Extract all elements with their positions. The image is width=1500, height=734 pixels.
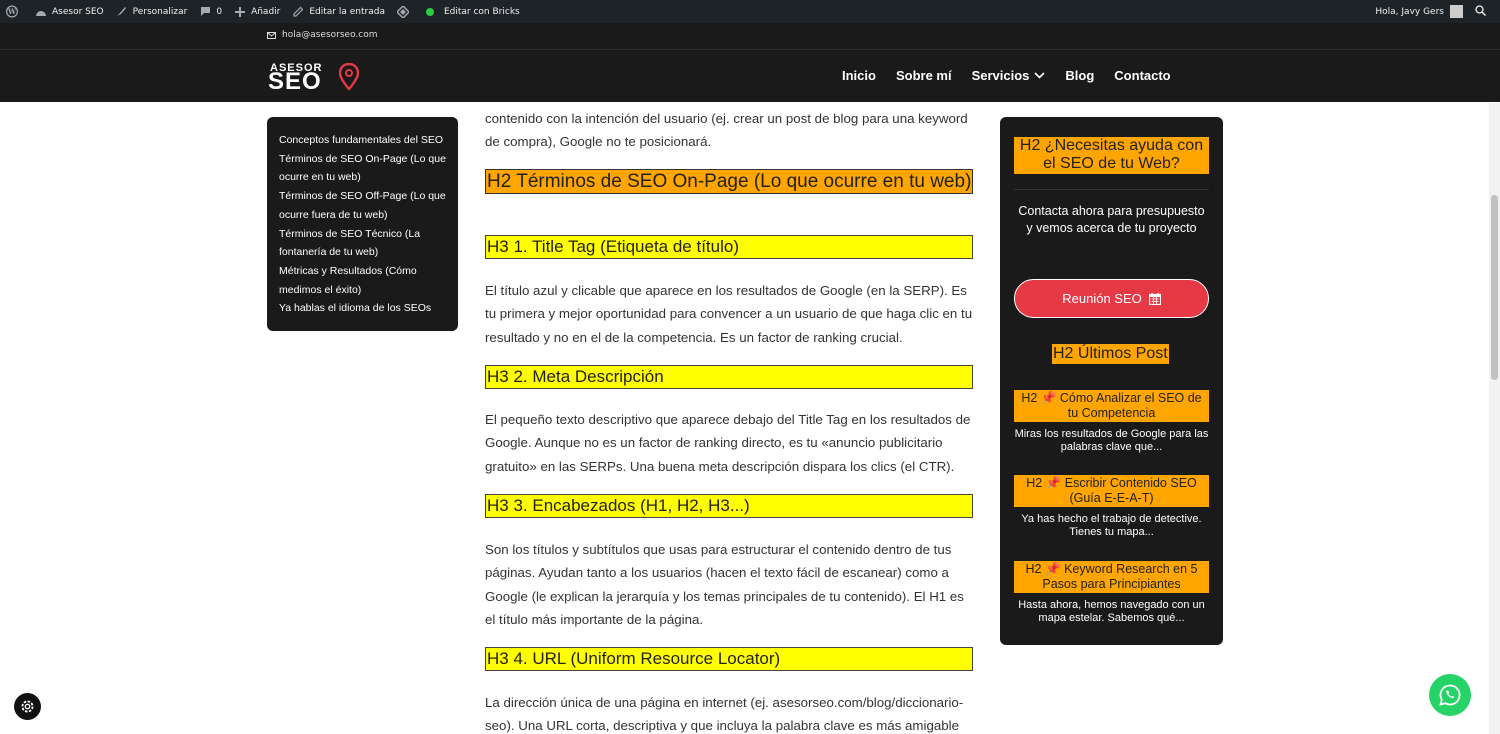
pencil-icon — [292, 6, 304, 18]
edit-bricks-label: Editar con Bricks — [443, 6, 520, 17]
brush-icon — [116, 6, 128, 18]
wordpress-icon: W — [6, 5, 18, 18]
customize-button[interactable]: Personalizar — [110, 0, 194, 23]
email-link[interactable]: hola@asesorseo.com — [267, 30, 378, 40]
pushpin-icon: 📌 — [1040, 391, 1057, 405]
whatsapp-chat-button[interactable] — [1429, 674, 1471, 716]
intro-paragraph-line: contenido con la intención del usuario (… — [485, 111, 968, 126]
comments-button[interactable]: 0 — [193, 0, 228, 23]
svg-text:W: W — [7, 7, 17, 16]
toc-link[interactable]: Términos de SEO On-Page (Lo que ocurre e… — [279, 150, 446, 187]
seo-meeting-label: Reunión SEO — [1062, 291, 1142, 306]
right-sidebar: H2 ¿Necesitas ayuda con el SEO de tu Web… — [1000, 117, 1223, 645]
comment-icon — [199, 6, 211, 18]
cta-heading: H2 ¿Necesitas ayuda con el SEO de tu Web… — [1014, 137, 1209, 174]
calendar-icon — [1148, 292, 1161, 305]
site-name-label: Asesor SEO — [52, 6, 104, 17]
post-heading-prefix: H2 — [1021, 391, 1038, 405]
post-heading-prefix: H2 — [1026, 476, 1043, 490]
h3-meta-heading: H3 2. Meta Descripción — [485, 365, 973, 389]
nav-item-sobre-mi[interactable]: Sobre mí — [896, 68, 952, 83]
h3-title-tag-heading: H3 1. Title Tag (Etiqueta de título) — [485, 235, 973, 259]
site-header: ASESOR SEO Inicio Sobre mí Servicios Blo… — [0, 49, 1500, 102]
nav-item-blog[interactable]: Blog — [1065, 68, 1094, 83]
intro-paragraph-line: de compra), Google no te posicionará. — [485, 134, 712, 149]
location-pin-icon — [339, 63, 359, 91]
post-title-text: Keyword Research en 5 Pasos para Princip… — [1042, 562, 1198, 591]
pushpin-icon: 📌 — [1045, 476, 1062, 490]
h3-headings-heading: H3 3. Encabezados (H1, H2, H3...) — [485, 494, 973, 518]
admin-bar: W Asesor SEO Personalizar 0 Añadir Edita… — [0, 0, 1500, 23]
add-new-label: Añadir — [251, 6, 281, 17]
latest-post-title[interactable]: H2 📌 Cómo Analizar el SEO de tu Competen… — [1014, 390, 1209, 422]
h2-onpage-heading: H2 Términos de SEO On-Page (Lo que ocurr… — [485, 169, 973, 194]
edit-with-bricks-button[interactable]: Editar con Bricks — [420, 0, 526, 23]
h3-url-heading: H3 4. URL (Uniform Resource Locator) — [485, 647, 973, 671]
meta-paragraph: El pequeño texto descriptivo que aparece… — [485, 412, 971, 474]
user-greeting: Hola, Javy Gers — [1375, 6, 1444, 17]
user-avatar — [1450, 5, 1463, 18]
edit-post-button[interactable]: Editar la entrada — [286, 0, 391, 23]
toc-link[interactable]: Ya hablas el idioma de los SEOs — [279, 299, 446, 318]
cookie-settings-button[interactable] — [14, 693, 41, 720]
pushpin-icon: 📌 — [1045, 562, 1061, 576]
latest-post-item[interactable]: H2 📌 Keyword Research en 5 Pasos para Pr… — [1014, 561, 1209, 626]
table-of-contents: Conceptos fundamentales del SEO Términos… — [267, 117, 458, 331]
site-logo[interactable]: ASESOR SEO — [268, 62, 362, 95]
latest-posts-heading: H2 Últimos Post — [1052, 344, 1169, 364]
toc-link[interactable]: Métricas y Resultados (Cómo medimos el é… — [279, 262, 446, 299]
chevron-down-icon — [1034, 72, 1045, 79]
plus-icon — [234, 6, 246, 18]
logo-bottom-text: SEO — [268, 68, 322, 95]
headings-paragraph: Son los títulos y subtítulos que usas pa… — [485, 542, 964, 627]
seo-plugin-button[interactable] — [391, 0, 420, 23]
admin-search-button[interactable] — [1469, 0, 1492, 23]
gear-icon — [21, 700, 34, 713]
nav-servicios-label: Servicios — [971, 68, 1030, 83]
nav-item-contacto[interactable]: Contacto — [1114, 68, 1170, 83]
status-dot-icon — [425, 7, 434, 16]
post-title-text: Escribir Contenido SEO (Guía E-E-A-T) — [1064, 476, 1197, 505]
customize-label: Personalizar — [132, 6, 188, 17]
whatsapp-icon — [1439, 684, 1461, 706]
diamond-icon — [396, 5, 409, 18]
latest-post-item[interactable]: H2 📌 Cómo Analizar el SEO de tu Competen… — [1014, 390, 1209, 455]
title-tag-paragraph: El título azul y clicable que aparece en… — [485, 283, 973, 345]
latest-post-title[interactable]: H2 📌 Keyword Research en 5 Pasos para Pr… — [1014, 561, 1209, 593]
main-navigation: Inicio Sobre mí Servicios Blog Contacto — [842, 68, 1191, 83]
seo-meeting-button[interactable]: Reunión SEO — [1014, 279, 1209, 318]
email-text: hola@asesorseo.com — [282, 30, 378, 40]
cta-text: Contacta ahora para presupuesto y vemos … — [1018, 204, 1205, 235]
post-title-text: Cómo Analizar el SEO de tu Competencia — [1059, 391, 1202, 420]
toc-link[interactable]: Términos de SEO Técnico (La fontanería d… — [279, 225, 446, 262]
dashboard-icon — [35, 6, 47, 18]
divider — [1014, 189, 1209, 190]
comments-count: 0 — [216, 6, 223, 17]
search-icon — [1475, 4, 1487, 19]
scrollbar-thumb[interactable] — [1491, 195, 1498, 380]
wordpress-logo-button[interactable]: W — [0, 0, 29, 23]
envelope-icon — [267, 31, 276, 39]
post-heading-prefix: H2 — [1025, 562, 1042, 576]
nav-item-servicios[interactable]: Servicios — [972, 68, 1046, 83]
user-account-menu[interactable]: Hola, Javy Gers — [1369, 0, 1469, 23]
latest-post-title[interactable]: H2 📌 Escribir Contenido SEO (Guía E-E-A-… — [1014, 475, 1209, 507]
latest-post-item[interactable]: H2 📌 Escribir Contenido SEO (Guía E-E-A-… — [1014, 475, 1209, 540]
site-name-menu[interactable]: Asesor SEO — [29, 0, 110, 23]
toc-link[interactable]: Conceptos fundamentales del SEO — [279, 131, 446, 150]
contact-strip: hola@asesorseo.com — [0, 23, 1500, 49]
edit-post-label: Editar la entrada — [309, 6, 385, 17]
page-scrollbar[interactable] — [1489, 103, 1500, 734]
add-new-button[interactable]: Añadir — [228, 0, 286, 23]
nav-item-inicio[interactable]: Inicio — [842, 68, 876, 83]
latest-post-excerpt: Hasta ahora, hemos navegado con un mapa … — [1018, 598, 1205, 625]
toc-link[interactable]: Términos de SEO Off-Page (Lo que ocurre … — [279, 187, 446, 224]
latest-post-excerpt: Ya has hecho el trabajo de detective. Ti… — [1021, 512, 1202, 539]
latest-post-excerpt: Miras los resultados de Google para las … — [1014, 427, 1209, 454]
url-paragraph: La dirección única de una página en inte… — [485, 695, 964, 734]
